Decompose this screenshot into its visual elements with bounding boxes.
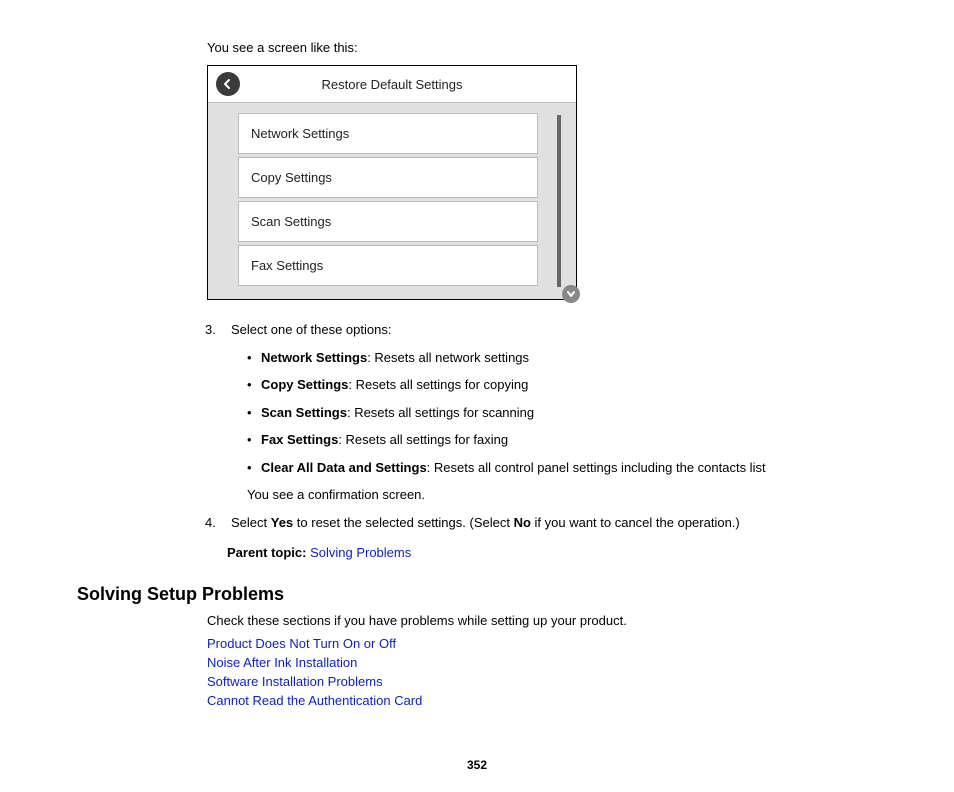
parent-topic-link[interactable]: Solving Problems [310,545,411,560]
section-heading: Solving Setup Problems [77,584,877,605]
device-title: Restore Default Settings [240,77,544,92]
section-intro: Check these sections if you have problem… [207,613,817,628]
topic-link[interactable]: Cannot Read the Authentication Card [207,693,422,708]
option-item: Fax Settings: Resets all settings for fa… [247,430,817,450]
page-number: 352 [77,758,877,772]
topic-link[interactable]: Noise After Ink Installation [207,655,357,670]
intro-text: You see a screen like this: [207,40,817,55]
back-icon [216,72,240,96]
device-item: Fax Settings [238,245,538,286]
parent-topic: Parent topic: Solving Problems [227,545,817,560]
option-item: Scan Settings: Resets all settings for s… [247,403,817,423]
device-header: Restore Default Settings [208,66,576,103]
topic-link[interactable]: Product Does Not Turn On or Off [207,636,396,651]
device-item: Copy Settings [238,157,538,198]
device-scrollbar [552,113,566,289]
device-list-area: Network Settings Copy Settings Scan Sett… [208,103,576,299]
step-followup: You see a confirmation screen. [231,485,817,505]
device-screenshot: Restore Default Settings Network Setting… [207,65,577,300]
step-lead: Select one of these options: [231,322,391,337]
topic-link[interactable]: Software Installation Problems [207,674,383,689]
option-item: Network Settings: Resets all network set… [247,348,817,368]
option-item: Clear All Data and Settings: Resets all … [247,458,817,478]
step-4: Select Yes to reset the selected setting… [227,513,817,533]
device-item: Network Settings [238,113,538,154]
device-item: Scan Settings [238,201,538,242]
step-3: Select one of these options: Network Set… [227,320,817,505]
option-item: Copy Settings: Resets all settings for c… [247,375,817,395]
scroll-down-icon [562,285,580,303]
